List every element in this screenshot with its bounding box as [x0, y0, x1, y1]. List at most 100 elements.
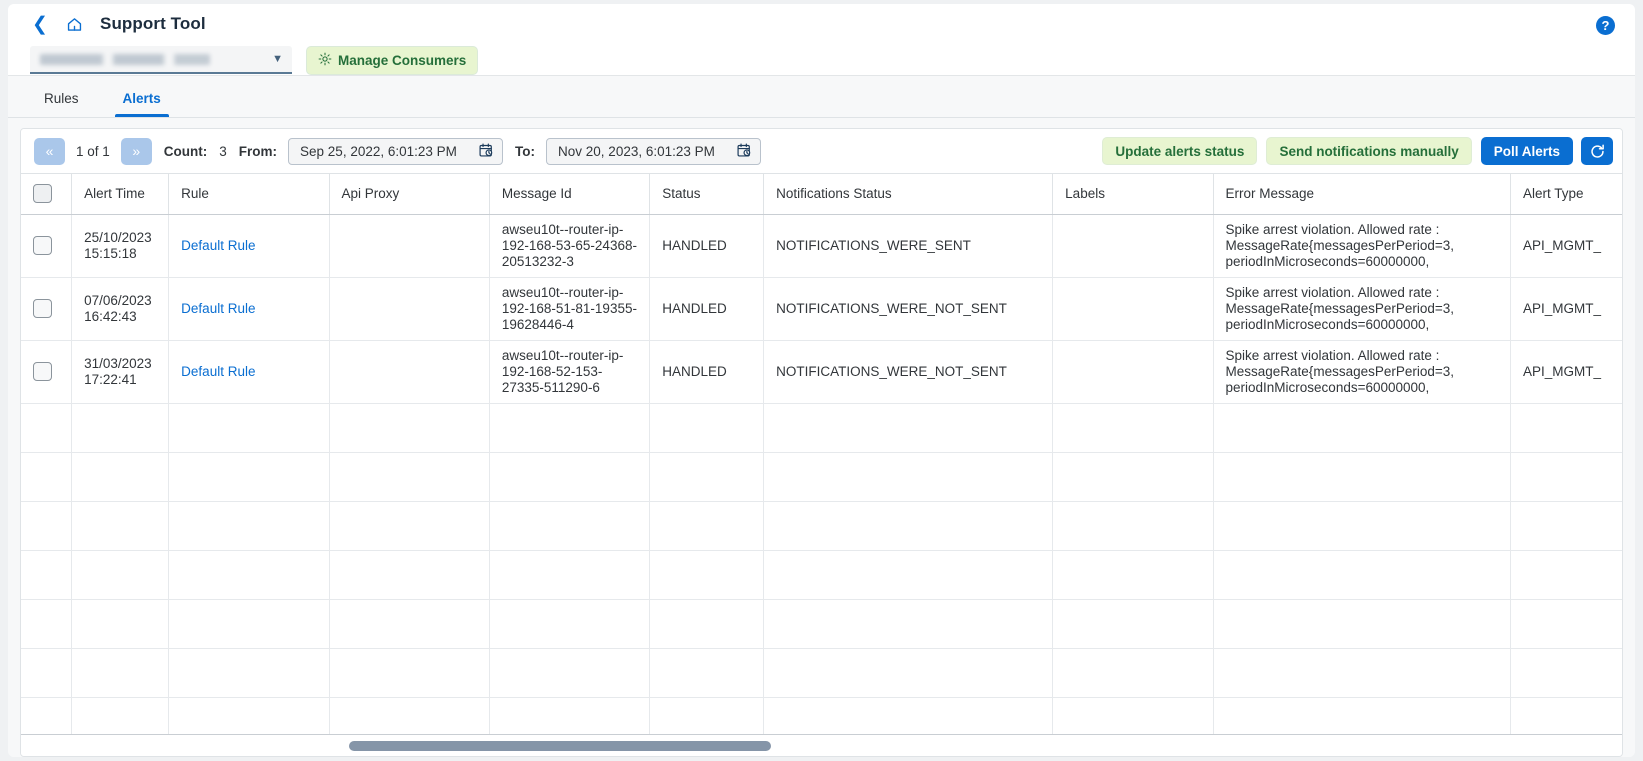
empty-cell: [329, 501, 490, 551]
column-header-rule[interactable]: Rule: [168, 174, 330, 215]
column-header-error-message[interactable]: Error Message: [1213, 174, 1512, 215]
row-select-cell: [21, 277, 73, 341]
empty-cell: [21, 599, 73, 649]
to-label: To:: [515, 143, 536, 159]
help-icon[interactable]: ?: [1596, 16, 1615, 35]
row-select-cell: [21, 214, 73, 278]
cell-alert-type: API_MGMT_: [1510, 277, 1622, 341]
empty-cell: [763, 550, 1054, 600]
column-header-message-id[interactable]: Message Id: [489, 174, 651, 215]
table-row[interactable]: 31/03/2023 17:22:41 Default Rule awseu10t-…: [21, 340, 1622, 404]
empty-cell: [21, 452, 73, 502]
rule-link[interactable]: Default Rule: [181, 364, 255, 379]
manage-consumers-button[interactable]: Manage Consumers: [306, 45, 479, 75]
column-header-api-proxy[interactable]: Api Proxy: [329, 174, 490, 215]
empty-cell: [763, 501, 1054, 551]
column-header-notifications-status[interactable]: Notifications Status: [763, 174, 1054, 215]
empty-cell: [168, 452, 330, 502]
cell-labels: [1052, 340, 1214, 404]
row-checkbox[interactable]: [33, 236, 52, 255]
send-notifications-manually-button[interactable]: Send notifications manually: [1266, 137, 1472, 165]
empty-cell: [71, 550, 170, 600]
empty-cell: [1213, 452, 1512, 502]
table-empty-row: [21, 599, 1622, 649]
empty-cell: [649, 599, 765, 649]
count-value: 3: [219, 143, 227, 159]
cell-error-message: Spike arrest violation. Allowed rate : M…: [1213, 340, 1512, 404]
row-checkbox[interactable]: [33, 362, 52, 381]
rule-link[interactable]: Default Rule: [181, 238, 255, 253]
empty-cell: [1213, 648, 1512, 698]
empty-cell: [649, 501, 765, 551]
column-header-alert-time[interactable]: Alert Time: [71, 174, 170, 215]
empty-cell: [71, 403, 170, 453]
calendar-icon[interactable]: [478, 142, 494, 161]
empty-cell: [649, 648, 765, 698]
empty-cell: [1510, 599, 1622, 649]
table-header: Alert Time Rule Api Proxy Message Id Sta…: [21, 174, 1622, 215]
row-checkbox[interactable]: [33, 299, 52, 318]
cell-notifications-status: NOTIFICATIONS_WERE_NOT_SENT: [763, 340, 1054, 404]
poll-alerts-button[interactable]: Poll Alerts: [1480, 137, 1573, 165]
empty-cell: [1213, 599, 1512, 649]
empty-cell: [1052, 648, 1214, 698]
empty-cell: [329, 599, 490, 649]
cell-error-message: Spike arrest violation. Allowed rate : M…: [1213, 214, 1512, 278]
table-header-row: Alert Time Rule Api Proxy Message Id Sta…: [21, 174, 1622, 215]
from-date-input[interactable]: Sep 25, 2022, 6:01:23 PM: [288, 137, 504, 165]
empty-cell: [1213, 403, 1512, 453]
empty-cell: [1510, 452, 1622, 502]
calendar-icon[interactable]: [736, 142, 752, 161]
gear-icon: [318, 52, 332, 69]
tab-bar: Rules Alerts: [8, 76, 1635, 118]
next-page-button[interactable]: »: [120, 137, 152, 165]
select-all-checkbox[interactable]: [33, 184, 52, 204]
cell-labels: [1052, 277, 1214, 341]
back-icon[interactable]: ❮: [28, 15, 52, 34]
empty-cell: [168, 697, 330, 734]
empty-cell: [1052, 501, 1214, 551]
page-title: Support Tool: [100, 14, 206, 33]
tab-rules[interactable]: Rules: [30, 91, 93, 117]
table-empty-row: [21, 550, 1622, 600]
empty-cell: [763, 697, 1054, 734]
empty-cell: [1052, 452, 1214, 502]
consumer-select[interactable]: ▼: [30, 46, 292, 74]
alerts-toolbar: « 1 of 1 » Count: 3 From: Sep 25, 2022, …: [21, 129, 1622, 173]
update-alerts-status-button[interactable]: Update alerts status: [1102, 137, 1258, 165]
home-icon[interactable]: [66, 16, 83, 33]
table-empty-row: [21, 697, 1622, 734]
empty-cell: [649, 452, 765, 502]
empty-cell: [21, 550, 73, 600]
horizontal-scrollbar-thumb[interactable]: [349, 741, 771, 751]
horizontal-scrollbar[interactable]: [21, 734, 1622, 756]
top-bar: ❮ Support Tool ? ▼ Manage Consumers: [8, 4, 1635, 76]
empty-cell: [168, 403, 330, 453]
from-label: From:: [238, 143, 278, 159]
column-header-alert-type[interactable]: Alert Type: [1510, 174, 1622, 215]
empty-cell: [329, 403, 490, 453]
table-row[interactable]: 25/10/2023 15:15:18 Default Rule awseu10t-…: [21, 214, 1622, 278]
empty-cell: [1510, 697, 1622, 734]
first-page-button[interactable]: «: [34, 137, 65, 165]
alerts-table-scroll[interactable]: Alert Time Rule Api Proxy Message Id Sta…: [21, 173, 1622, 734]
cell-status: HANDLED: [649, 340, 765, 404]
manage-consumers-label: Manage Consumers: [338, 52, 467, 68]
cell-api-proxy: [329, 340, 490, 404]
table-row[interactable]: 07/06/2023 16:42:43 Default Rule awseu10t-…: [21, 277, 1622, 341]
empty-cell: [1510, 550, 1622, 600]
alerts-table: Alert Time Rule Api Proxy Message Id Sta…: [21, 174, 1622, 734]
tab-alerts[interactable]: Alerts: [109, 91, 175, 117]
chevron-down-icon: ▼: [272, 53, 283, 65]
column-header-status[interactable]: Status: [649, 174, 765, 215]
refresh-icon[interactable]: [1581, 137, 1613, 165]
cell-rule: Default Rule: [168, 340, 330, 404]
rule-link[interactable]: Default Rule: [181, 301, 255, 316]
empty-cell: [489, 403, 651, 453]
to-date-input[interactable]: Nov 20, 2023, 6:01:23 PM: [546, 137, 762, 165]
cell-api-proxy: [329, 277, 490, 341]
count-label: Count:: [163, 143, 208, 159]
empty-cell: [21, 697, 73, 734]
to-date-value: Nov 20, 2023, 6:01:23 PM: [558, 143, 715, 159]
column-header-labels[interactable]: Labels: [1052, 174, 1214, 215]
